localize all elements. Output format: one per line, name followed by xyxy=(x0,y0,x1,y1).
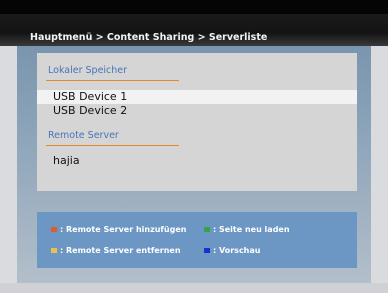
legend-blue-preview[interactable]: : Vorschau xyxy=(204,245,260,255)
server-list-panel: Lokaler Speicher USB Device 1 USB Device… xyxy=(37,53,357,191)
yellow-key-icon xyxy=(51,247,57,253)
list-item-local-1[interactable]: USB Device 1 xyxy=(37,90,357,104)
legend-yellow-label: : Remote Server entfernen xyxy=(60,245,181,255)
list-item-remote-1[interactable]: hajia xyxy=(53,154,80,168)
legend-red-label: : Remote Server hinzufügen xyxy=(60,224,187,234)
list-item-local-2[interactable]: USB Device 2 xyxy=(53,104,127,118)
remote-server-title: Remote Server xyxy=(48,130,119,141)
red-key-icon xyxy=(51,226,57,232)
blue-key-icon xyxy=(204,247,210,253)
bottom-strip xyxy=(0,283,388,293)
legend-green-reload[interactable]: : Seite neu laden xyxy=(204,224,290,234)
legend-yellow-remove[interactable]: : Remote Server entfernen xyxy=(51,245,181,255)
legend-blue-label: : Vorschau xyxy=(213,245,261,255)
local-storage-underline xyxy=(46,80,179,81)
legend-red-add[interactable]: : Remote Server hinzufügen xyxy=(51,224,186,234)
top-black-bar xyxy=(0,0,388,14)
local-storage-title: Lokaler Speicher xyxy=(48,65,128,76)
remote-server-underline xyxy=(46,145,179,146)
breadcrumb: Hauptmenü > Content Sharing > Serverlist… xyxy=(30,32,268,43)
key-legend: : Remote Server hinzufügen : Seite neu l… xyxy=(37,212,357,268)
green-key-icon xyxy=(204,226,210,232)
legend-green-label: : Seite neu laden xyxy=(213,224,290,234)
